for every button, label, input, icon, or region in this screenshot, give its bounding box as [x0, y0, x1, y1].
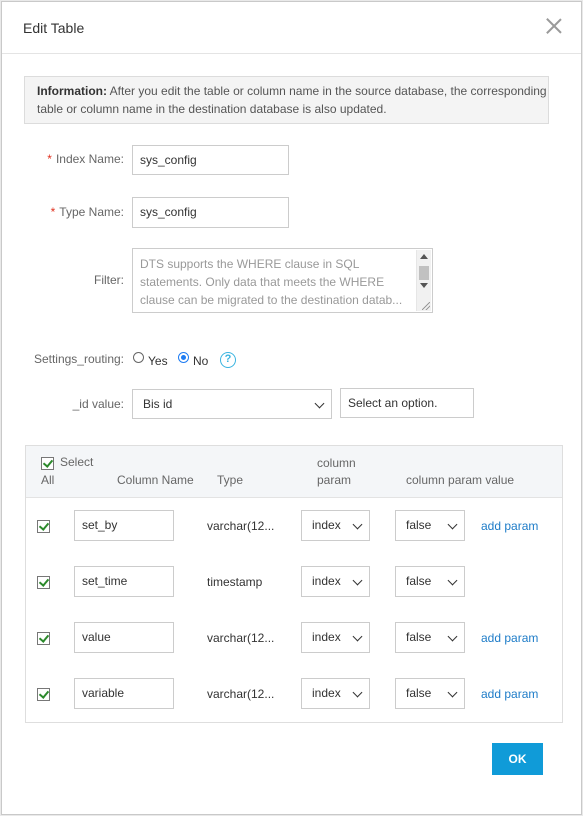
chevron-down-icon	[447, 631, 458, 642]
add-param-link[interactable]: add param	[481, 631, 538, 645]
dialog-header: Edit Table	[2, 2, 581, 54]
row-checkbox[interactable]	[37, 688, 50, 701]
column-name-input[interactable]: set_by	[74, 510, 174, 541]
id-value-second-select[interactable]: Select an option.	[340, 388, 474, 418]
routing-yes-label[interactable]: Yes	[148, 354, 168, 368]
information-banner: Information: After you edit the table or…	[24, 76, 549, 124]
filter-placeholder: DTS supports the WHERE clause in SQL sta…	[140, 257, 403, 307]
table-header: Select All Column Name Type column param…	[26, 446, 562, 498]
index-name-label: * Index Name:	[47, 152, 124, 166]
ok-button[interactable]: OK	[492, 743, 543, 775]
routing-no-radio[interactable]	[178, 352, 189, 363]
column-name-input[interactable]: variable	[74, 678, 174, 709]
column-param-select[interactable]: index	[301, 678, 370, 709]
resize-grip-icon[interactable]	[422, 302, 430, 310]
row-checkbox[interactable]	[37, 632, 50, 645]
chevron-down-icon	[447, 687, 458, 698]
close-icon[interactable]	[545, 17, 563, 35]
routing-no-label[interactable]: No	[193, 354, 208, 368]
chevron-down-icon	[352, 687, 363, 698]
filter-label: Filter:	[94, 273, 124, 287]
select-all-checkbox[interactable]	[41, 457, 54, 470]
info-label: Information:	[37, 84, 107, 98]
index-name-input[interactable]: sys_config	[132, 145, 289, 175]
column-param-select[interactable]: index	[301, 510, 370, 541]
column-param-select[interactable]: index	[301, 566, 370, 597]
chevron-down-icon	[352, 575, 363, 586]
row-checkbox[interactable]	[37, 576, 50, 589]
column-param-header-1: column	[317, 456, 356, 470]
column-type: varchar(12...	[207, 631, 275, 645]
chevron-down-icon	[352, 519, 363, 530]
filter-textarea[interactable]: DTS supports the WHERE clause in SQL sta…	[132, 248, 433, 313]
column-name-input[interactable]: set_time	[74, 566, 174, 597]
type-name-input[interactable]: sys_config	[132, 197, 289, 228]
columns-table: Select All Column Name Type column param…	[25, 445, 563, 723]
column-name-input[interactable]: value	[74, 622, 174, 653]
column-type: varchar(12...	[207, 687, 275, 701]
add-param-link[interactable]: add param	[481, 519, 538, 533]
column-type: timestamp	[207, 575, 263, 589]
column-param-header-2: param	[317, 473, 352, 487]
column-param-select[interactable]: index	[301, 622, 370, 653]
column-param-value-select[interactable]: false	[395, 566, 465, 597]
edit-table-dialog: Edit Table Information: After you edit t…	[1, 1, 582, 815]
chevron-down-icon	[352, 631, 363, 642]
info-text: After you edit the table or column name …	[37, 84, 547, 116]
id-value-label: _id value:	[72, 397, 124, 411]
id-value-select[interactable]: Bis id	[132, 389, 332, 419]
column-param-value-select[interactable]: false	[395, 678, 465, 709]
column-type: varchar(12...	[207, 519, 275, 533]
column-name-header: Column Name	[117, 473, 194, 487]
help-icon[interactable]: ?	[220, 352, 236, 368]
select-all-label-1: Select	[60, 455, 94, 469]
column-param-value-header: column param value	[406, 473, 515, 487]
dialog-title: Edit Table	[23, 20, 85, 36]
settings-routing-label: Settings_routing:	[33, 352, 124, 366]
column-param-value-select[interactable]: false	[395, 622, 465, 653]
chevron-down-icon	[447, 575, 458, 586]
chevron-down-icon	[314, 398, 325, 409]
routing-yes-radio[interactable]	[133, 352, 144, 363]
row-checkbox[interactable]	[37, 520, 50, 533]
select-all-label-2: All	[41, 473, 55, 487]
add-param-link[interactable]: add param	[481, 687, 538, 701]
column-param-value-select[interactable]: false	[395, 510, 465, 541]
type-name-label: * Type Name:	[50, 205, 124, 219]
type-header: Type	[217, 473, 244, 487]
chevron-down-icon	[447, 519, 458, 530]
